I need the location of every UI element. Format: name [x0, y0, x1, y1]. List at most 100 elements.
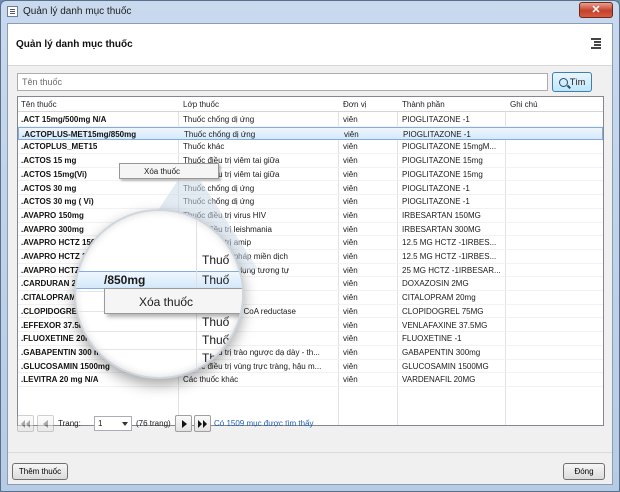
table-cell: Thuốc khác: [183, 142, 225, 152]
header-don-vi[interactable]: Đơn vị: [343, 100, 366, 109]
table-cell: PIOGLITAZONE 15mgM...: [402, 142, 497, 152]
table-cell: CLOPIDOGREL 75MG: [402, 306, 484, 316]
window-close-button[interactable]: ✕: [579, 2, 613, 18]
magnifier-lens: Thuố /850mg Thuố Thuố Thuố Thuố Thuố Xóa…: [74, 209, 244, 379]
table-cell: viên: [343, 210, 358, 220]
table-cell: viên: [343, 334, 358, 344]
table-cell: viên: [343, 375, 358, 385]
chevron-down-icon: [122, 422, 128, 426]
table-header: Tên thuốc Lớp thuốc Đơn vị Thành phần Gh…: [18, 97, 603, 112]
table-cell: viên: [343, 279, 358, 289]
table-row[interactable]: .ACT 15mg/500mg N/A Thuốc chống dị ứng viê…: [18, 113, 603, 127]
table-cell: Thuốc chống dị ứng: [183, 183, 255, 193]
table-cell: VENLAFAXINE 37.5MG: [402, 320, 488, 330]
search-button-label: Tìm: [569, 77, 586, 87]
page-select[interactable]: 1: [94, 416, 132, 431]
magnified-delete-label: Xóa thuốc: [139, 295, 194, 309]
table-cell: PIOGLITAZONE -1: [403, 129, 471, 139]
last-page-button[interactable]: [194, 415, 211, 432]
table-row[interactable]: .LEVITRA 20 mg N/A Các thuốc khác viên VARD…: [18, 373, 603, 387]
table-row[interactable]: .ACTOPLUS_MET15 Thuốc khác viên PIOGLITAZON…: [18, 140, 603, 155]
client-area: Quản lý danh mục thuốc Tìm Tên thuốc Lớp…: [7, 23, 613, 485]
close-button[interactable]: Đóng: [563, 463, 605, 480]
table-cell: 12.5 MG HCTZ -1IRBES...: [402, 238, 497, 248]
search-input[interactable]: [17, 73, 548, 91]
next-page-button[interactable]: [175, 415, 192, 432]
table-cell: viên: [343, 265, 358, 275]
search-icon: [558, 77, 568, 87]
table-cell: .ACT 15mg/500mg N/A: [21, 115, 107, 124]
table-cell: Thuốc chống dị ứng: [183, 115, 255, 124]
add-drug-button[interactable]: Thêm thuốc: [12, 463, 68, 480]
magnified-row-line: [76, 349, 242, 350]
table-cell: PIOGLITAZONE 15mg: [402, 169, 483, 179]
magnified-text: Thuố: [202, 351, 230, 365]
table-cell: FLUOXETINE -1: [402, 334, 462, 344]
table-cell: DOXAZOSIN 2MG: [402, 279, 469, 289]
table-cell: IRBESARTAN 150MG: [402, 210, 481, 220]
table-cell: .ACTOS 30 mg: [21, 183, 77, 193]
magnified-context-menu: Xóa thuốc: [104, 288, 242, 314]
table-cell: GABAPENTIN 300mg: [402, 347, 481, 357]
app-icon: [7, 6, 18, 17]
title-bar[interactable]: Quản lý danh mục thuốc ✕: [1, 1, 619, 23]
table-cell: IRBESARTAN 300MG: [402, 224, 481, 234]
total-pages: (76 trang): [136, 419, 171, 428]
header-ten-thuoc[interactable]: Tên thuốc: [21, 100, 57, 109]
table-cell: PIOGLITAZONE 15mg: [402, 156, 483, 166]
table-cell: PIOGLITAZONE -1: [402, 197, 470, 207]
list-menu-icon[interactable]: [588, 35, 604, 51]
table-cell: PIOGLITAZONE -1: [402, 115, 470, 124]
table-cell: viên: [343, 361, 358, 371]
table-cell: 25 MG HCTZ -1IRBESAR...: [402, 265, 501, 275]
table-cell: Thuốc chống dị ứng: [184, 129, 256, 139]
table-cell: PIOGLITAZONE -1: [402, 183, 470, 193]
pager: Trang: 1 (76 trang) Có 1509 mục được tìm…: [17, 415, 337, 433]
page-select-value: 1: [98, 419, 103, 428]
magnified-text: Thuố: [202, 273, 230, 287]
magnified-row-line: [76, 331, 242, 332]
header-ghi-chu[interactable]: Ghi chú: [510, 100, 538, 109]
table-cell: viên: [343, 169, 358, 179]
table-row[interactable]: .ACTOS 30 mg ( Vi) Thuốc chống dị ứng viên…: [18, 195, 603, 209]
context-menu-delete[interactable]: Xóa thuốc: [144, 167, 180, 176]
table-cell: 12.5 MG HCTZ -1IRBES...: [402, 252, 497, 261]
table-row[interactable]: .ACTOS 15 mg Thuốc điều trị viêm tai giữa…: [18, 154, 603, 168]
magnified-text: Thuố: [202, 333, 230, 347]
table-row[interactable]: .ACTOPLUS-MET15mg/850mg Thuốc chống dị ứn…: [18, 126, 603, 141]
table-cell: CITALOPRAM 20mg: [402, 293, 476, 303]
table-cell: viên: [343, 142, 358, 152]
page-label: Trang:: [58, 419, 81, 428]
table-row[interactable]: .AVAPRO 150mg Thuốc điều trị virus HIV viê…: [18, 209, 603, 223]
table-row[interactable]: .GLUCOSAMIN 1500mg Thuốc điều trị vùng tr…: [18, 360, 603, 374]
table-cell: .ACTOPLUS-MET15mg/850mg: [22, 129, 137, 139]
table-cell: viên: [343, 197, 358, 207]
table-cell: viên: [343, 238, 358, 248]
window-title: Quản lý danh mục thuốc: [23, 6, 132, 17]
header-lop-thuoc[interactable]: Lớp thuốc: [183, 100, 219, 109]
table-cell: GLUCOSAMIN 1500MG: [402, 361, 489, 371]
main-window: Quản lý danh mục thuốc ✕ Quản lý danh mụ…: [0, 0, 620, 492]
header-thanh-phan[interactable]: Thành phần: [402, 100, 445, 109]
table-cell: .ACTOPLUS_MET15: [21, 142, 98, 152]
table-cell: Thuốc chống dị ứng: [183, 197, 255, 207]
search-button[interactable]: Tìm: [552, 72, 592, 92]
table-row[interactable]: .ACTOS 15mg(Vi) Thuốc điều trị viêm tai g…: [18, 168, 603, 182]
footer: Thêm thuốc Đóng: [8, 453, 612, 484]
table-cell: viên: [343, 115, 358, 124]
table-cell: viên: [343, 156, 358, 166]
table-cell: viên: [343, 293, 358, 303]
found-count: Có 1509 mục được tìm thấy: [214, 419, 314, 428]
table-cell: VARDENAFIL 20MG: [402, 375, 476, 385]
table-cell: viên: [343, 224, 358, 234]
table-row[interactable]: .ACTOS 30 mg Thuốc chống dị ứng viên PIOGLI…: [18, 182, 603, 196]
table-cell: viên: [343, 347, 358, 357]
table-cell: viên: [343, 183, 358, 193]
prev-page-button[interactable]: [37, 415, 54, 432]
table-cell: viên: [343, 320, 358, 330]
table-cell: .ACTOS 30 mg ( Vi): [21, 197, 94, 207]
first-page-button[interactable]: [17, 415, 34, 432]
page-title: Quản lý danh mục thuốc: [16, 39, 133, 50]
page-header: Quản lý danh mục thuốc: [8, 24, 612, 66]
context-menu[interactable]: Xóa thuốc: [119, 163, 219, 179]
